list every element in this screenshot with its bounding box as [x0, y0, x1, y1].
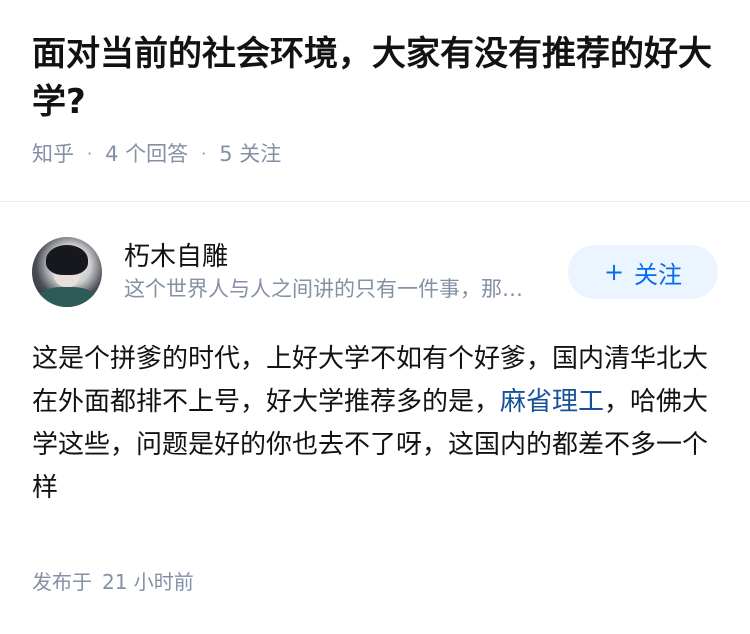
avatar-shirt — [38, 287, 96, 307]
author-name[interactable]: 朽木自雕 — [124, 240, 568, 274]
answer-link[interactable]: 麻省理工 — [500, 387, 604, 417]
answer-count[interactable]: 4 个回答 — [105, 138, 188, 168]
question-header: 面对当前的社会环境，大家有没有推荐的好大学? 知乎 · 4 个回答 · 5 关注 — [0, 0, 750, 168]
follower-count[interactable]: 5 关注 — [219, 138, 281, 168]
plus-icon: + — [603, 258, 625, 286]
section-divider — [0, 201, 750, 202]
question-title[interactable]: 面对当前的社会环境，大家有没有推荐的好大学? — [32, 30, 718, 126]
source-label[interactable]: 知乎 — [32, 138, 74, 168]
publish-label: 发布于 — [32, 570, 92, 594]
question-meta: 知乎 · 4 个回答 · 5 关注 — [32, 138, 718, 168]
follow-button-label: 关注 — [634, 260, 683, 289]
avatar-hair — [46, 245, 88, 275]
publish-info: 发布于 21 小时前 — [32, 566, 194, 595]
author-bio: 这个世界人与人之间讲的只有一件事，那就是利益 — [124, 277, 536, 301]
avatar[interactable] — [32, 237, 102, 307]
author-row: 朽木自雕 这个世界人与人之间讲的只有一件事，那就是利益 + 关注 — [32, 236, 718, 308]
separator-dot: · — [201, 143, 207, 163]
answer-content: 这是个拼爹的时代，上好大学不如有个好爹，国内清华北大在外面都排不上号，好大学推荐… — [32, 338, 722, 510]
follow-button[interactable]: + 关注 — [568, 245, 718, 299]
author-info: 朽木自雕 这个世界人与人之间讲的只有一件事，那就是利益 — [124, 240, 568, 304]
separator-dot: · — [87, 143, 93, 163]
publish-time: 21 小时前 — [102, 570, 194, 594]
